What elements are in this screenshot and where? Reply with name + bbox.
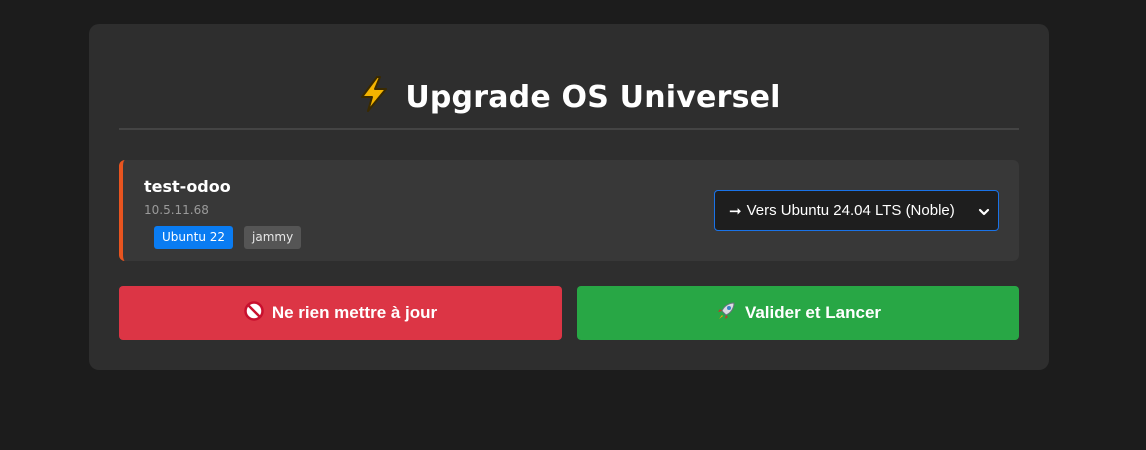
- os-version-badge: Ubuntu 22: [154, 226, 234, 249]
- panel-header: Upgrade OS Universel: [119, 76, 1019, 130]
- server-ip: 10.5.11.68: [144, 203, 209, 217]
- right-arrow-icon: ➞: [729, 202, 742, 220]
- target-version-value: Vers Ubuntu 24.04 LTS (Noble): [746, 202, 955, 219]
- skip-update-button[interactable]: Ne rien mettre à jour: [119, 286, 562, 340]
- target-version-select[interactable]: ➞ Vers Ubuntu 24.04 LTS (Noble): [714, 190, 999, 231]
- no-entry-icon: [244, 300, 264, 326]
- server-card: test-odoo 10.5.11.68 Ubuntu 22 jammy ➞ V…: [119, 160, 1019, 261]
- upgrade-panel: Upgrade OS Universel test-odoo 10.5.11.6…: [89, 24, 1049, 370]
- validate-launch-label: Valider et Lancer: [744, 303, 882, 322]
- chevron-down-icon: [978, 205, 990, 217]
- validate-launch-button[interactable]: Valider et Lancer: [577, 286, 1019, 340]
- os-codename-badge: jammy: [244, 226, 302, 249]
- skip-update-label: Ne rien mettre à jour: [271, 303, 438, 322]
- page-title: Upgrade OS Universel: [405, 80, 781, 115]
- server-name: test-odoo: [144, 177, 231, 196]
- rocket-icon: [715, 300, 737, 327]
- lightning-bolt-icon: [357, 76, 391, 112]
